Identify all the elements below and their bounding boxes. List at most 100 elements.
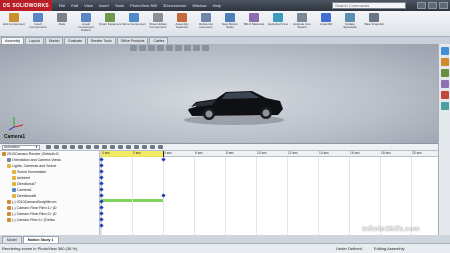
menu-view[interactable]: View [81, 3, 96, 8]
results-icon[interactable] [150, 145, 155, 149]
calculate-icon[interactable] [46, 145, 51, 149]
key-point[interactable] [99, 187, 104, 192]
edit-appearance-icon[interactable] [193, 45, 200, 51]
linear-pattern-button[interactable]: Linear Component Pattern [74, 11, 98, 36]
tree-node-icon [12, 170, 16, 174]
smart-fasteners-button[interactable]: Smart Fasteners [98, 11, 122, 36]
status-bar: Rendering scene in PhotoView 360 (38 %) … [0, 243, 450, 253]
play-from-start-icon[interactable] [54, 145, 59, 149]
update-speedpak-button[interactable]: Update Speedpak [338, 11, 362, 36]
design-library-icon[interactable] [441, 58, 449, 66]
key-point[interactable] [161, 193, 166, 198]
save-animation-icon[interactable] [86, 145, 91, 149]
grid-line [194, 157, 195, 235]
tree-item[interactable]: (-) Camaro Rim<1> (Defau [0, 217, 99, 223]
key-point[interactable] [99, 193, 104, 198]
view-palette-icon[interactable] [441, 80, 449, 88]
zoom-area-icon[interactable] [139, 45, 146, 51]
add-key-icon[interactable] [110, 145, 115, 149]
tab-model[interactable]: Model [2, 236, 22, 243]
key-point[interactable] [161, 157, 166, 162]
key-point[interactable] [99, 163, 104, 168]
app-logo[interactable]: DS SOLIDWORKS [0, 0, 52, 11]
menu-window[interactable]: Window [189, 3, 209, 8]
move-component-button[interactable]: Move Component [122, 11, 146, 36]
time-ruler[interactable]: 0 sec 2 sec 4 sec 6 sec 8 sec 10 sec 12 sec 14 … [101, 151, 438, 157]
view-orientation-icon[interactable] [166, 45, 173, 51]
key-point[interactable] [99, 169, 104, 174]
close-icon[interactable] [439, 2, 448, 9]
ribbon-label: Show Hidden Components [149, 22, 167, 30]
take-snapshot-button[interactable]: Take Snapshot [362, 11, 386, 36]
section-view-icon[interactable] [157, 45, 164, 51]
mate-button[interactable]: Mate [50, 11, 74, 36]
menu-insert[interactable]: Insert [96, 3, 112, 8]
key-point[interactable] [99, 157, 104, 162]
tab-motion-study-1[interactable]: Motion Study 1 [22, 236, 59, 243]
tab-assembly[interactable]: Assembly [1, 37, 25, 44]
tree-item-label: Scene Illumination [17, 170, 47, 174]
previous-view-icon[interactable] [148, 45, 155, 51]
key-point[interactable] [99, 199, 104, 204]
minimize-icon[interactable] [417, 2, 426, 9]
key-point[interactable] [99, 211, 104, 216]
zoom-fit-icon[interactable] [130, 45, 137, 51]
key-point[interactable] [99, 217, 104, 222]
gravity-icon[interactable] [142, 145, 147, 149]
new-motion-study-button[interactable]: New Motion Study [218, 11, 242, 36]
hide-show-icon[interactable] [184, 45, 191, 51]
study-type-select[interactable]: Animation ▼ [2, 144, 40, 150]
playback-speed-icon[interactable] [78, 145, 83, 149]
timeline-area[interactable]: 0 sec 2 sec 4 sec 6 sec 8 sec 10 sec 12 sec 14 … [99, 151, 438, 235]
key-point[interactable] [99, 205, 104, 210]
instant3d-button[interactable]: Instant3D [314, 11, 338, 36]
autokey-icon[interactable] [102, 145, 107, 149]
contact-icon[interactable] [134, 145, 139, 149]
key-point[interactable] [99, 223, 104, 228]
menu-edit[interactable]: Edit [68, 3, 81, 8]
display-style-icon[interactable] [175, 45, 182, 51]
menu-photoview[interactable]: PhotoView 360 [127, 3, 160, 8]
tab-render-tools[interactable]: Render Tools [87, 37, 116, 44]
camaro-car-model[interactable] [182, 84, 286, 126]
ruler-tick-label: 4 sec [164, 151, 172, 155]
exploded-view-button[interactable]: Exploded View [266, 11, 290, 36]
search-commands-input[interactable]: Search Commands [332, 2, 406, 9]
menu-tools[interactable]: Tools [112, 3, 127, 8]
explode-line-sketch-button[interactable]: Explode Line Sketch [290, 11, 314, 36]
stop-icon[interactable] [70, 145, 75, 149]
insert-components-button[interactable]: Insert Components [26, 11, 50, 36]
file-explorer-icon[interactable] [441, 69, 449, 77]
menu-help[interactable]: Help [210, 3, 224, 8]
tab-layout[interactable]: Layout [25, 37, 44, 44]
edit-component-button[interactable]: Edit Component [2, 11, 26, 36]
animation-wizard-icon[interactable] [94, 145, 99, 149]
play-icon[interactable] [62, 145, 67, 149]
grid-line [380, 157, 381, 235]
assembly-features-button[interactable]: Assembly Features [170, 11, 194, 36]
show-hidden-button[interactable]: Show Hidden Components [146, 11, 170, 36]
resources-icon[interactable] [441, 47, 449, 55]
graphics-viewport[interactable]: Camera1 [0, 44, 438, 144]
menu-file[interactable]: File [56, 3, 68, 8]
menu-3dconnexion[interactable]: 3Dconnexion [160, 3, 189, 8]
tab-cables[interactable]: Cables [149, 37, 169, 44]
tab-sketch[interactable]: Sketch [44, 37, 64, 44]
spring-icon[interactable] [126, 145, 131, 149]
key-point[interactable] [99, 181, 104, 186]
tab-evaluate[interactable]: Evaluate [64, 37, 87, 44]
key-point[interactable] [99, 175, 104, 180]
scenes-icon[interactable] [202, 45, 209, 51]
motor-icon[interactable] [118, 145, 123, 149]
appearances-icon[interactable] [441, 91, 449, 99]
tree-item-label: Ambient [17, 176, 31, 180]
tree-item-label: Orientation and Camera Views [12, 158, 61, 162]
command-tabs: Assembly Layout Sketch Evaluate Render T… [0, 37, 450, 44]
bill-of-materials-button[interactable]: Bill of Materials [242, 11, 266, 36]
custom-properties-icon[interactable] [441, 102, 449, 110]
maximize-icon[interactable] [428, 2, 437, 9]
properties-icon[interactable] [158, 145, 163, 149]
ruler-tick-label: 16 sec [350, 151, 360, 155]
tab-office-products[interactable]: Office Products [116, 37, 149, 44]
reference-geometry-button[interactable]: Reference Geometry [194, 11, 218, 36]
